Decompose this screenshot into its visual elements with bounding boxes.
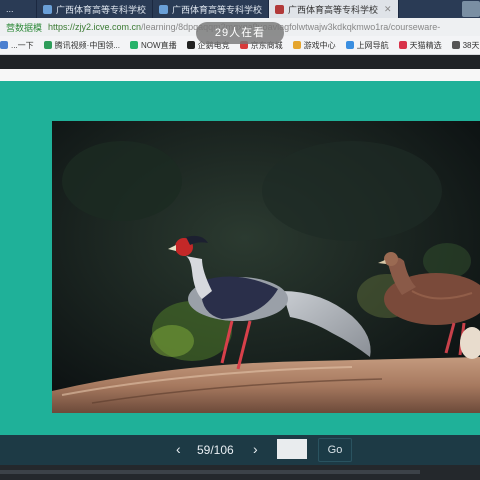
bookmark-favicon-icon — [0, 41, 8, 49]
bookmark-label: 天猫精选 — [409, 40, 442, 50]
slide-image — [52, 121, 480, 413]
bookmark-favicon-icon — [130, 41, 139, 49]
bookmark-item[interactable]: 天猫精选 — [398, 40, 442, 51]
browser-tab[interactable]: 广西体育高等专科学校 — [153, 0, 270, 18]
bookmark-favicon-icon — [43, 41, 52, 49]
bookmark-favicon-icon — [186, 41, 195, 49]
site-label: 营数据模 — [6, 22, 43, 33]
tab-label: 广西体育高等专科学校 — [288, 4, 379, 15]
bookmark-favicon-icon — [292, 41, 301, 49]
chevron-right-icon[interactable]: › — [253, 441, 258, 457]
go-button[interactable]: Go — [318, 438, 352, 462]
courseware-viewer — [0, 81, 480, 435]
bookmark-item[interactable]: 38天堂 — [451, 40, 480, 51]
chevron-left-icon[interactable]: ‹ — [176, 441, 181, 457]
url-host: https://zjy2.icve.com.cn — [48, 22, 142, 32]
tab-label: 广西体育高等专科学校 — [172, 4, 263, 15]
bookmark-favicon-icon — [451, 41, 460, 49]
bookmark-item[interactable]: 腾讯视频·中国领... — [43, 40, 121, 51]
site-favicon-icon — [43, 4, 52, 14]
browser-tab[interactable]: 广西体育高等专科学校 — [37, 0, 154, 18]
bookmark-item[interactable]: NOW直播 — [130, 40, 177, 51]
bookmark-label: 上网导航 — [356, 40, 389, 50]
page-number-input[interactable] — [277, 439, 307, 459]
pagination-bar: ‹ 59/106 › Go — [0, 435, 480, 465]
bookmark-item[interactable]: 上网导航 — [345, 40, 389, 51]
bookmark-label: 腾讯视频·中国领... — [54, 40, 121, 50]
bookmark-item[interactable]: ...一下 — [0, 40, 34, 51]
bookmark-label: NOW直播 — [141, 40, 177, 50]
bottom-scrollbar[interactable] — [0, 470, 420, 474]
tab-thumbnail[interactable] — [462, 1, 480, 17]
browser-tab-active[interactable]: 广西体育高等专科学校 ✕ — [269, 0, 399, 18]
bookmark-label: 38天堂 — [462, 40, 480, 50]
page-subheader-strip — [0, 69, 480, 81]
silver-pheasant-photo — [52, 121, 480, 413]
site-favicon-icon — [275, 4, 285, 14]
url-path: /learning/8dpqaqqm2mgxqa9uoavlagfolwtwaj… — [141, 22, 441, 32]
bookmark-favicon-icon — [398, 41, 407, 49]
bookmark-label: ...一下 — [11, 40, 34, 50]
bookmark-label: 游戏中心 — [303, 40, 336, 50]
close-tab-icon[interactable]: ✕ — [384, 4, 392, 15]
bookmark-favicon-icon — [345, 41, 354, 49]
page-counter: 59/106 — [197, 443, 234, 457]
tab-label: 广西体育高等专科学校 — [56, 4, 147, 15]
browser-tab-bar: ... 广西体育高等专科学校 广西体育高等专科学校 广西体育高等专科学校 ✕ — [0, 0, 480, 18]
tab-label: ... — [6, 4, 14, 14]
page-header-strip — [0, 55, 480, 69]
online-viewers-badge: 29人在看 — [196, 22, 284, 44]
site-favicon-icon — [159, 4, 169, 14]
bookmark-item[interactable]: 游戏中心 — [292, 40, 336, 51]
browser-tab[interactable]: ... — [0, 0, 37, 18]
